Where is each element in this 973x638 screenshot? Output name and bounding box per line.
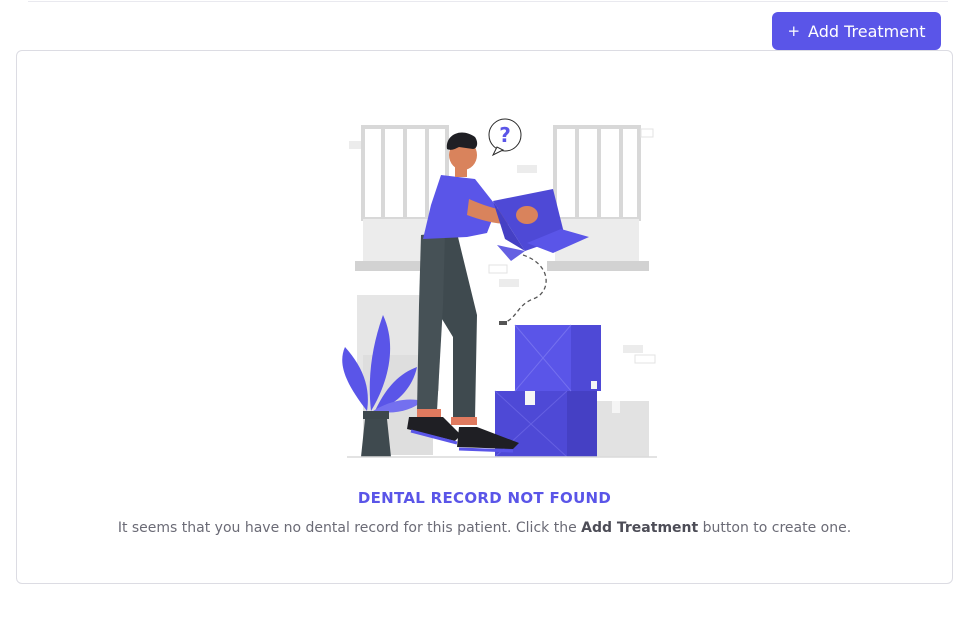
description-bold-text: Add Treatment — [581, 520, 699, 536]
description-text-after: button to create one. — [698, 520, 852, 536]
empty-state-title: DENTAL RECORD NOT FOUND — [357, 489, 612, 507]
empty-state-card: ? DENTAL RECORD NOT FOUND It seems that … — [16, 50, 953, 584]
empty-state-description: It seems that you have no dental record … — [17, 520, 952, 536]
svg-text:?: ? — [499, 123, 511, 147]
add-treatment-button[interactable]: + Add Treatment — [772, 12, 941, 50]
top-divider — [28, 1, 948, 2]
plus-icon: + — [787, 21, 801, 40]
window-right — [553, 125, 641, 221]
empty-box-illustration: ? — [342, 118, 657, 458]
purple-boxes — [494, 324, 601, 458]
question-bubble: ? — [488, 118, 522, 157]
description-text-before: It seems that you have no dental record … — [117, 520, 582, 536]
add-treatment-label: Add Treatment — [808, 21, 926, 41]
